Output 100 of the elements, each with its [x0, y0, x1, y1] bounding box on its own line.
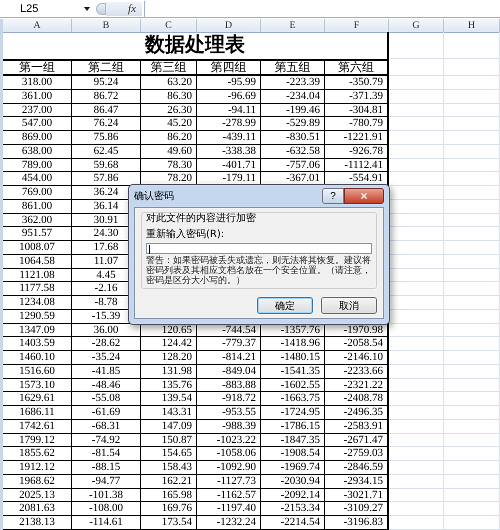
- empty-cell: [444, 90, 500, 104]
- empty-cell: [389, 90, 444, 104]
- table-cell: -55.08: [72, 392, 141, 406]
- table-cell: -926.78: [325, 144, 389, 158]
- table-cell: 1460.10: [3, 351, 72, 365]
- column-header[interactable]: E: [261, 19, 325, 33]
- empty-cell: [444, 351, 500, 365]
- empty-cell: [444, 447, 500, 461]
- table-cell: -95.99: [197, 76, 261, 90]
- table-cell: 158.43: [141, 461, 197, 475]
- empty-cell: [389, 378, 444, 392]
- table-cell: -1023.22: [197, 434, 261, 448]
- table-cell: -1232.24: [197, 516, 261, 530]
- table-cell: 237.00: [3, 104, 72, 118]
- empty-cell: [444, 117, 500, 131]
- insert-function-button[interactable]: fx: [106, 2, 142, 16]
- table-cell: -278.99: [197, 117, 261, 131]
- empty-cell: [444, 186, 500, 200]
- empty-cell: [444, 144, 500, 158]
- empty-cell: [389, 117, 444, 131]
- table-cell: -2092.14: [261, 488, 325, 502]
- table-cell: -3021.71: [325, 488, 389, 502]
- table-cell: 454.00: [3, 172, 72, 186]
- table-cell: 49.60: [141, 144, 197, 158]
- column-header[interactable]: H: [444, 19, 500, 33]
- table-cell: -1092.90: [197, 461, 261, 475]
- table-cell: 638.00: [3, 144, 72, 158]
- ok-button[interactable]: 确定: [257, 297, 313, 314]
- table-cell: 2081.63: [3, 502, 72, 516]
- table-cell: -1602.55: [261, 378, 325, 392]
- table-cell: -632.58: [261, 144, 325, 158]
- empty-cell: [444, 254, 500, 268]
- cancel-button[interactable]: 取消: [321, 297, 377, 314]
- column-header[interactable]: D: [197, 19, 261, 33]
- empty-cell: [444, 282, 500, 296]
- column-header[interactable]: F: [325, 19, 389, 33]
- table-cell: 1855.62: [3, 447, 72, 461]
- table-cell: -780.79: [325, 117, 389, 131]
- table-cell: 86.30: [141, 90, 197, 104]
- table-cell: -849.04: [197, 364, 261, 378]
- table-cell: 165.98: [141, 488, 197, 502]
- column-header[interactable]: B: [72, 19, 141, 33]
- table-cell: -223.39: [261, 76, 325, 90]
- group-title: 对此文件的内容进行加密: [146, 212, 257, 225]
- table-cell: -81.54: [72, 447, 141, 461]
- empty-cell: [444, 434, 500, 448]
- empty-cell: [444, 378, 500, 392]
- column-header[interactable]: A: [3, 19, 72, 33]
- table-cell: -108.00: [72, 502, 141, 516]
- table-cell: -1480.15: [261, 351, 325, 365]
- table-cell: -2759.03: [325, 447, 389, 461]
- empty-cell: [389, 324, 444, 338]
- table-cell: 769.00: [3, 186, 72, 200]
- empty-cell: [389, 158, 444, 172]
- table-cell: -2846.59: [325, 461, 389, 475]
- column-header[interactable]: G: [389, 19, 444, 33]
- table-cell: -2030.94: [261, 474, 325, 488]
- table-cell: -757.06: [261, 158, 325, 172]
- table-cell: 128.20: [141, 351, 197, 365]
- empty-cell: [444, 337, 500, 351]
- column-header[interactable]: C: [141, 19, 197, 33]
- table-cell: 124.42: [141, 337, 197, 351]
- table-cell: -68.31: [72, 420, 141, 434]
- table-cell: -2671.47: [325, 434, 389, 448]
- table-cell: -1058.06: [197, 447, 261, 461]
- password-field[interactable]: [146, 243, 372, 254]
- help-button[interactable]: ?: [322, 188, 344, 204]
- empty-cell: [389, 131, 444, 145]
- table-cell: 1290.59: [3, 310, 72, 324]
- table-cell: 1516.60: [3, 364, 72, 378]
- table-cell: 1742.61: [3, 420, 72, 434]
- table-cell: -439.11: [197, 131, 261, 145]
- table-cell: 95.24: [72, 76, 141, 90]
- empty-cell: [389, 502, 444, 516]
- empty-cell: [389, 104, 444, 118]
- table-cell: -988.39: [197, 420, 261, 434]
- table-cell: 169.76: [141, 502, 197, 516]
- table-cell: 1629.61: [3, 392, 72, 406]
- name-box[interactable]: L25: [0, 2, 80, 14]
- empty-cell: [444, 488, 500, 502]
- table-cell: -2496.35: [325, 406, 389, 420]
- field-label: 重新输入密码(R):: [146, 228, 226, 241]
- table-cell: -3109.27: [325, 502, 389, 516]
- dropdown-arrow-icon[interactable]: [84, 6, 90, 10]
- table-cell: -2321.22: [325, 378, 389, 392]
- table-cell: 1064.58: [3, 254, 72, 268]
- empty-cell: [444, 516, 500, 530]
- table-cell: 1234.08: [3, 296, 72, 310]
- table-cell: -371.39: [325, 90, 389, 104]
- empty-cell: [389, 406, 444, 420]
- table-cell: -338.38: [197, 144, 261, 158]
- table-cell: -3196.83: [325, 516, 389, 530]
- splitter-handle[interactable]: [96, 2, 106, 14]
- table-cell: -2058.54: [325, 337, 389, 351]
- table-cell: 139.54: [141, 392, 197, 406]
- table-cell: 361.00: [3, 90, 72, 104]
- table-cell: -401.71: [197, 158, 261, 172]
- empty-cell: [444, 158, 500, 172]
- table-cell: -2934.15: [325, 474, 389, 488]
- table-cell: 131.98: [141, 364, 197, 378]
